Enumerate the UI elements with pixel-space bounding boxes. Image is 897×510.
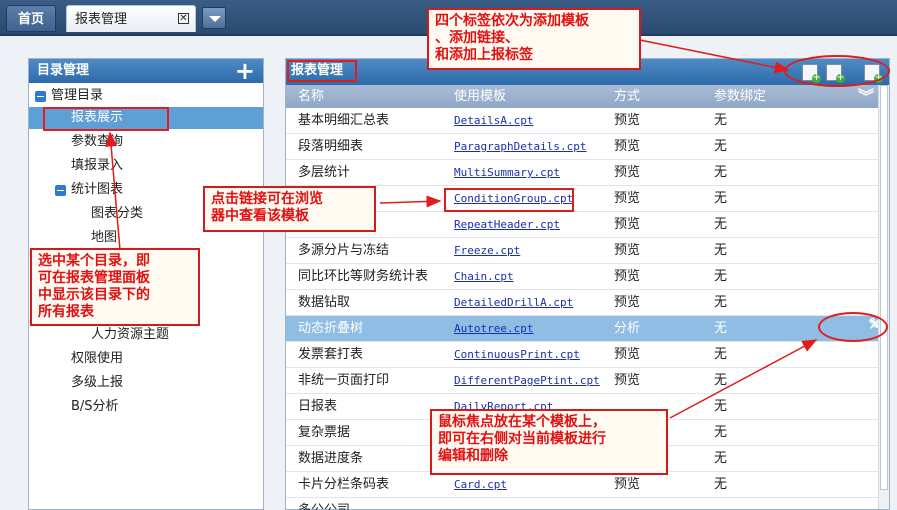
annotation-directory-note: 选中某个目录，即 可在报表管理面板 中显示该目录下的 所有报表 (30, 248, 200, 326)
annotation-tags-note: 四个标签依次为添加模板 、添加链接、 和添加上报标签 (427, 8, 641, 70)
annotation-hover-note: 鼠标焦点放在某个模板上， 即可在右侧对当前模板进行 编辑和删除 (430, 409, 668, 475)
annotation-link-note: 点击链接可在浏览 器中查看该模板 (203, 186, 376, 232)
